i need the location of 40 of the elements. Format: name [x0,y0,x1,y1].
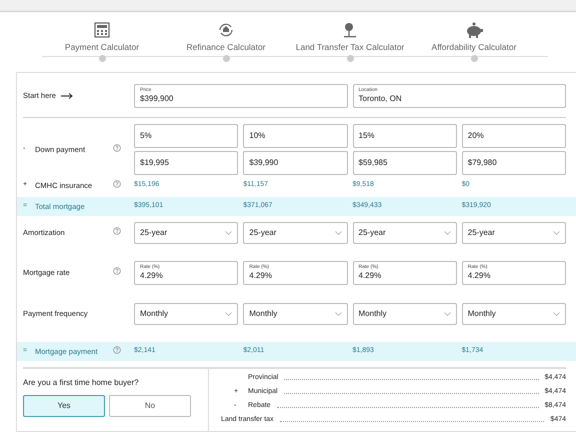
question-text: Are you a first time home buyer? [23,377,140,389]
select-field[interactable]: Monthly [134,303,238,325]
step-dot [470,55,478,62]
select-field[interactable]: 25-year [243,222,348,244]
input-field[interactable]: $59,985 [352,151,457,175]
select-field[interactable]: 25-year [352,222,457,244]
chevron-icon [334,231,342,235]
select-field[interactable]: Monthly [462,303,566,325]
input-field[interactable]: 15% [352,124,457,148]
chevron-icon [553,231,560,235]
chevron-icon [553,312,560,316]
arrow-icon [60,93,73,99]
calculator-icon [94,22,110,38]
select-field[interactable]: Monthly [243,303,348,325]
step-tab[interactable]: Payment Calculator [64,41,140,53]
input-field[interactable]: 10% [243,124,348,148]
step-tab[interactable]: Refinance Calculator [186,41,266,53]
option-button[interactable]: No [109,395,191,417]
select-field[interactable]: Monthly [352,303,457,325]
option-button[interactable]: Yes [23,395,105,417]
input-field[interactable]: 20% [462,124,566,148]
tree-icon [343,22,357,38]
select-field[interactable]: 25-year [462,222,566,244]
chevron-icon [225,312,232,316]
input-field[interactable]: 5% [134,124,238,148]
step-tab[interactable]: Affordability Calculator [432,41,516,53]
input-field[interactable]: $19,995 [134,151,238,175]
chevron-icon [225,231,232,235]
house-arrows-icon [217,22,235,38]
step-tab[interactable]: Land Transfer Tax Calculator [296,41,404,53]
chevron-icon [444,312,451,316]
input-field[interactable]: $79,980 [462,151,566,175]
chevron-icon [334,312,342,316]
chevron-icon [444,231,451,235]
input-field[interactable]: $39,990 [243,151,348,175]
step-dot [222,55,230,62]
step-dot [346,55,354,62]
step-dot [98,55,106,62]
select-field[interactable]: 25-year [134,222,238,244]
piggy-bank-icon [464,22,484,38]
